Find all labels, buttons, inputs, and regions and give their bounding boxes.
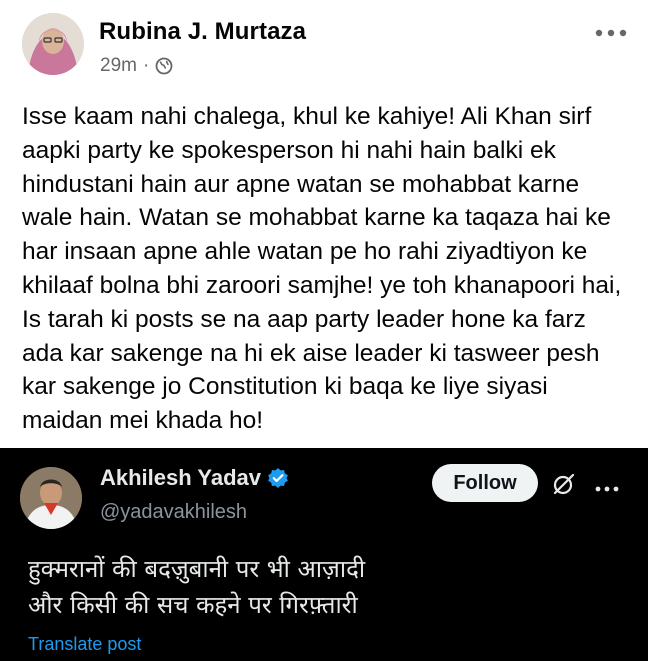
verified-badge-icon bbox=[268, 468, 288, 488]
globe-icon bbox=[155, 57, 173, 75]
more-horizontal-icon[interactable] bbox=[594, 26, 628, 38]
post-meta: 29m · bbox=[100, 55, 173, 77]
tweet-text-line: और किसी की सच कहने पर गिरफ़्तारी bbox=[28, 591, 358, 619]
embedded-tweet[interactable]: Akhilesh Yadav @yadavakhilesh Follow हुक… bbox=[0, 448, 648, 661]
post-body-text: Isse kaam nahi chalega, khul ke kahiye! … bbox=[22, 103, 622, 435]
translate-post-link[interactable]: Translate post bbox=[28, 634, 141, 655]
post-timestamp[interactable]: 29m bbox=[100, 55, 137, 77]
tweet-author-name-row: Akhilesh Yadav bbox=[100, 465, 289, 491]
post-header: Rubina J. Murtaza 29m · bbox=[0, 0, 648, 95]
author-avatar[interactable] bbox=[22, 13, 84, 75]
tweet-author-name[interactable]: Akhilesh Yadav bbox=[100, 465, 261, 491]
author-name[interactable]: Rubina J. Murtaza bbox=[99, 18, 306, 46]
tweet-text-line: हुक्मरानों की बदज़ुबानी पर भी आज़ादी bbox=[28, 555, 366, 583]
follow-button[interactable]: Follow bbox=[432, 464, 538, 502]
meta-separator: · bbox=[142, 55, 150, 76]
tweet-author-handle[interactable]: @yadavakhilesh bbox=[100, 501, 247, 524]
tweet-text: हुक्मरानों की बदज़ुबानी पर भी आज़ादी और … bbox=[28, 551, 628, 623]
tweet-more-icon[interactable] bbox=[594, 480, 620, 492]
tweet-author-avatar[interactable] bbox=[20, 467, 82, 529]
grok-icon[interactable] bbox=[552, 472, 576, 496]
